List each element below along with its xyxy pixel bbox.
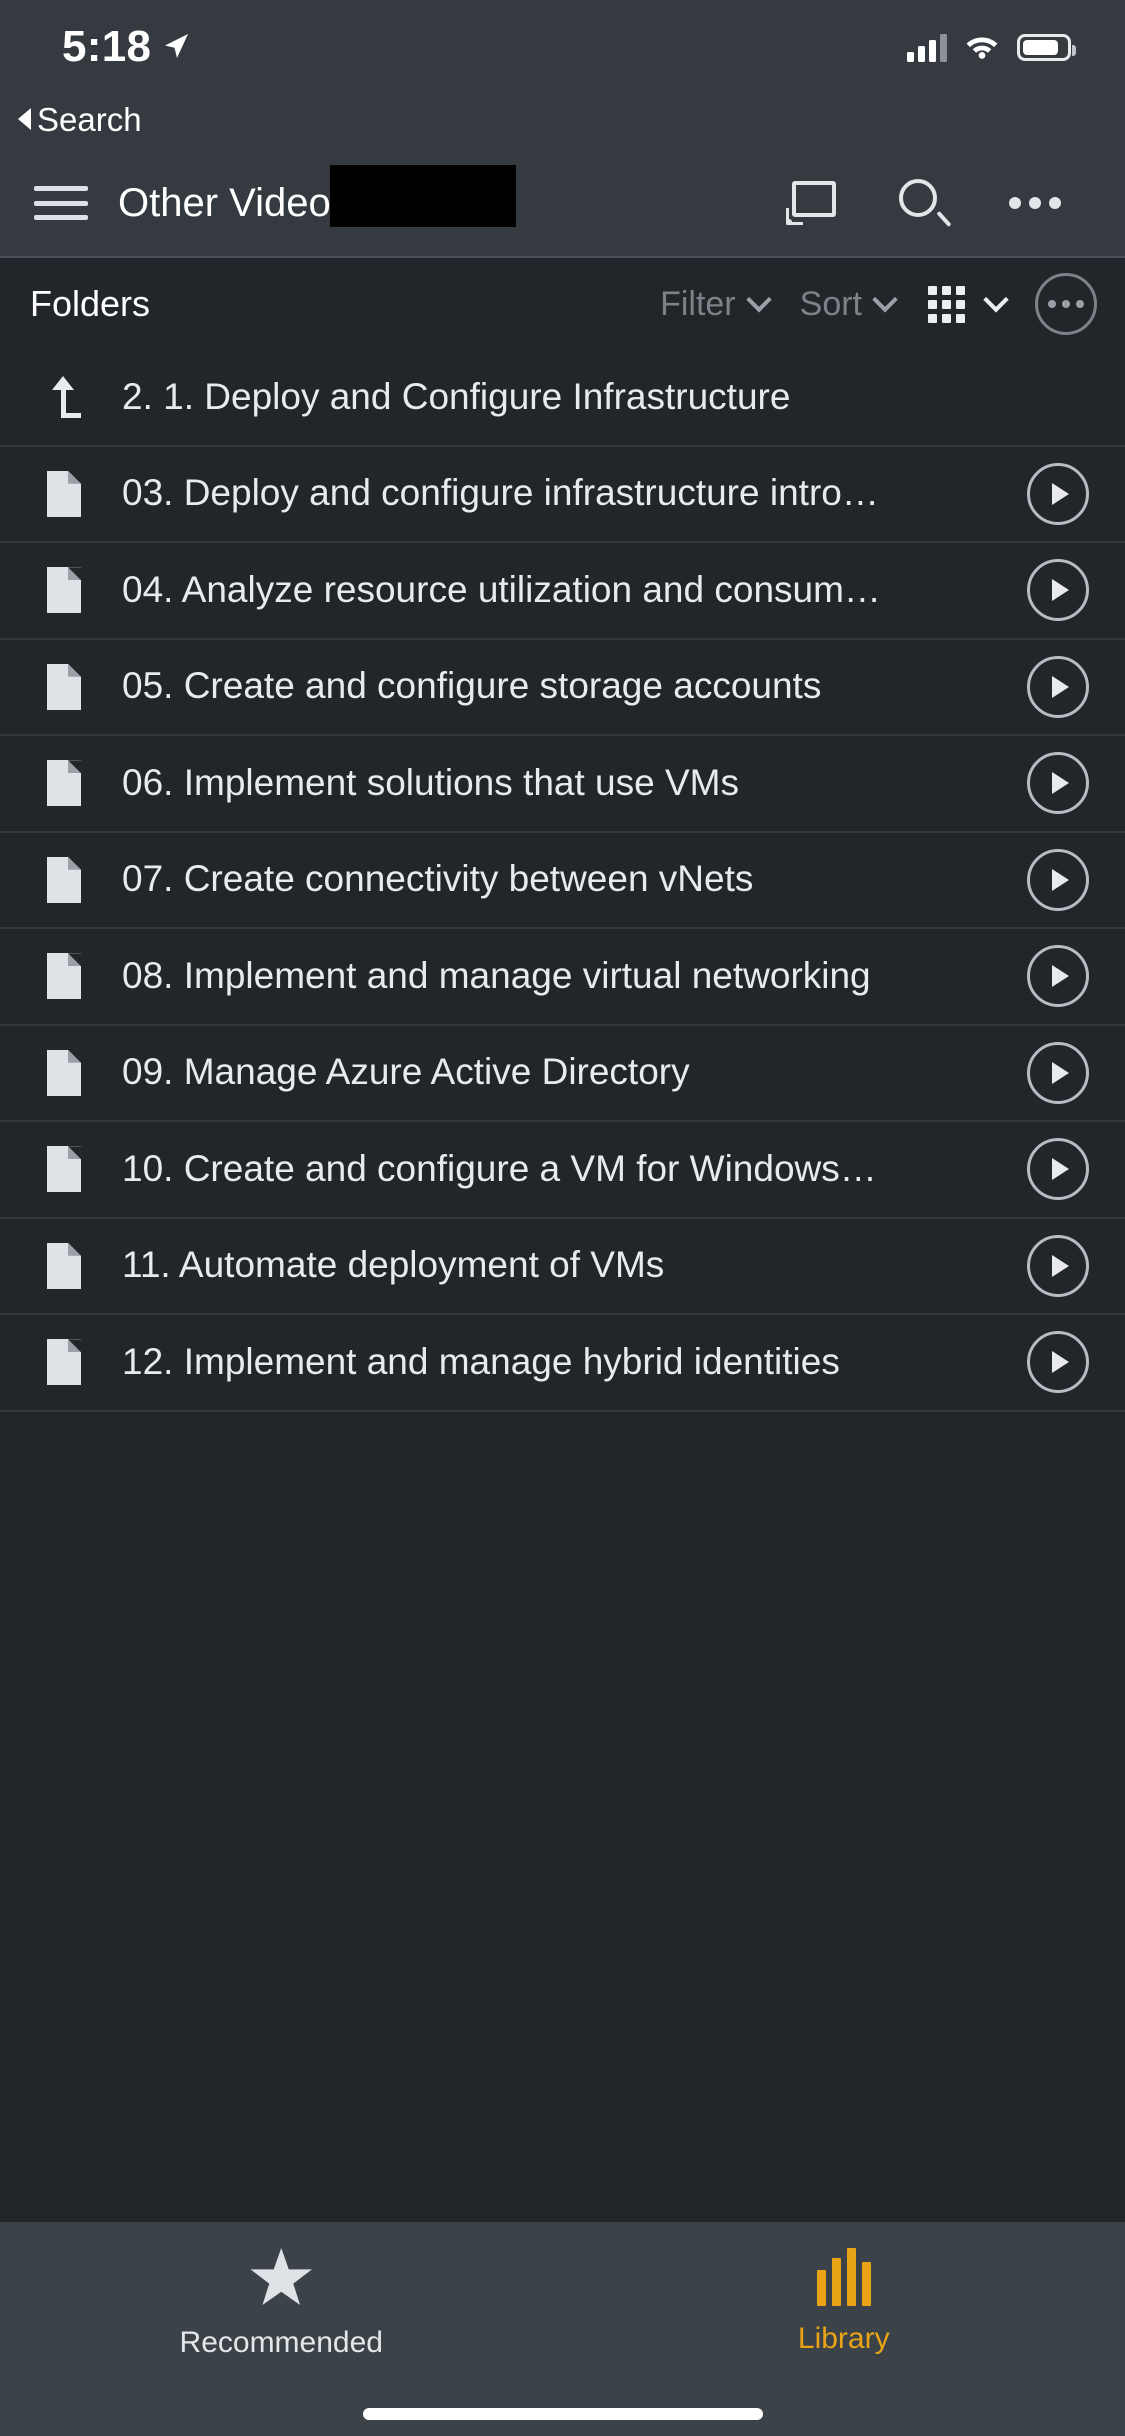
overflow-menu-icon	[1009, 197, 1061, 209]
sort-label: Sort	[800, 287, 862, 321]
play-circle-icon[interactable]	[1027, 1331, 1089, 1393]
folders-title: Folders	[30, 286, 628, 322]
cellular-signal-icon	[907, 32, 947, 62]
app-toolbar: Other Videos ·	[0, 150, 1125, 256]
document-icon	[30, 664, 98, 710]
wifi-icon	[963, 31, 1001, 64]
play-circle-icon[interactable]	[1027, 463, 1089, 525]
list-item[interactable]: 09. Manage Azure Active Directory	[0, 1026, 1125, 1123]
tab-recommended-label: Recommended	[180, 2328, 383, 2358]
list-item-label: 03. Deploy and configure infrastructure …	[122, 473, 1027, 514]
filter-label: Filter	[660, 287, 736, 321]
status-bar-clock: 5:18	[62, 19, 151, 69]
document-icon	[30, 760, 98, 806]
search-button[interactable]	[867, 153, 979, 253]
overflow-menu-button[interactable]	[979, 153, 1091, 253]
list-item-label: 04. Analyze resource utilization and con…	[122, 570, 1027, 611]
status-bar-right	[907, 25, 1071, 64]
document-icon	[30, 953, 98, 999]
chevron-down-icon	[872, 287, 897, 312]
back-label: Search	[37, 103, 142, 136]
more-options-button[interactable]	[1035, 273, 1097, 335]
list-item-label: 07. Create connectivity between vNets	[122, 859, 1027, 900]
tab-library[interactable]: Library	[563, 2248, 1125, 2354]
grid-view-icon[interactable]	[928, 286, 965, 323]
document-icon	[30, 1243, 98, 1289]
document-icon	[30, 567, 98, 613]
back-caret-icon	[18, 108, 31, 130]
star-icon	[249, 2248, 313, 2310]
hamburger-menu-icon[interactable]	[30, 180, 92, 226]
play-circle-icon[interactable]	[1027, 752, 1089, 814]
back-bar: Search	[0, 88, 1125, 150]
app-screen: 5:18 Search	[0, 0, 1125, 2436]
list-item[interactable]: 07. Create connectivity between vNets	[0, 833, 1125, 930]
toolbar-title-area: Other Videos ·	[118, 183, 755, 223]
back-to-search-button[interactable]: Search	[18, 103, 142, 136]
document-icon	[30, 857, 98, 903]
toolbar-actions	[755, 153, 1091, 253]
up-level-arrow-icon	[30, 376, 98, 418]
parent-folder-row[interactable]: 2. 1. Deploy and Configure Infrastructur…	[0, 350, 1125, 447]
document-icon	[30, 1339, 98, 1385]
location-arrow-icon	[161, 31, 191, 61]
document-icon	[30, 1146, 98, 1192]
chevron-down-icon	[983, 287, 1008, 312]
list-item[interactable]: 05. Create and configure storage account…	[0, 640, 1125, 737]
play-circle-icon[interactable]	[1027, 559, 1089, 621]
list-item[interactable]: 06. Implement solutions that use VMs	[0, 736, 1125, 833]
battery-icon	[1017, 34, 1071, 61]
list-item-label: 06. Implement solutions that use VMs	[122, 763, 1027, 804]
play-circle-icon[interactable]	[1027, 656, 1089, 718]
list-item-label: 08. Implement and manage virtual network…	[122, 956, 1027, 997]
cast-icon	[786, 181, 836, 225]
tab-recommended[interactable]: Recommended	[0, 2248, 563, 2358]
list-item-label: 11. Automate deployment of VMs	[122, 1245, 1027, 1286]
redacted-title-block	[330, 165, 516, 227]
folders-controls: Filter Sort	[628, 273, 1097, 335]
list-item-label: 12. Implement and manage hybrid identiti…	[122, 1342, 1027, 1383]
list-item[interactable]: 04. Analyze resource utilization and con…	[0, 543, 1125, 640]
list-item[interactable]: 10. Create and configure a VM for Window…	[0, 1122, 1125, 1219]
status-bar-left: 5:18	[62, 19, 191, 69]
document-icon	[30, 1050, 98, 1096]
play-circle-icon[interactable]	[1027, 1138, 1089, 1200]
list-item-label: 05. Create and configure storage account…	[122, 666, 1027, 707]
folder-list[interactable]: 2. 1. Deploy and Configure Infrastructur…	[0, 350, 1125, 2222]
list-item[interactable]: 12. Implement and manage hybrid identiti…	[0, 1315, 1125, 1412]
play-circle-icon[interactable]	[1027, 849, 1089, 911]
parent-folder-label: 2. 1. Deploy and Configure Infrastructur…	[122, 377, 1097, 418]
home-indicator-bar[interactable]	[363, 2408, 763, 2420]
view-mode-dropdown[interactable]	[987, 295, 1005, 313]
search-icon	[899, 179, 947, 227]
sort-dropdown[interactable]: Sort	[800, 287, 894, 321]
list-item-label: 10. Create and configure a VM for Window…	[122, 1149, 1027, 1190]
list-item[interactable]: 08. Implement and manage virtual network…	[0, 929, 1125, 1026]
play-circle-icon[interactable]	[1027, 1235, 1089, 1297]
cast-button[interactable]	[755, 153, 867, 253]
list-item[interactable]: 03. Deploy and configure infrastructure …	[0, 447, 1125, 544]
document-icon	[30, 471, 98, 517]
library-bars-icon	[817, 2248, 871, 2306]
tab-library-label: Library	[798, 2324, 890, 2354]
list-item[interactable]: 11. Automate deployment of VMs	[0, 1219, 1125, 1316]
play-circle-icon[interactable]	[1027, 1042, 1089, 1104]
status-bar: 5:18	[0, 0, 1125, 88]
folders-toolbar: Folders Filter Sort	[0, 258, 1125, 350]
home-indicator-area	[0, 2392, 1125, 2436]
chevron-down-icon	[746, 287, 771, 312]
play-circle-icon[interactable]	[1027, 945, 1089, 1007]
filter-dropdown[interactable]: Filter	[660, 287, 768, 321]
list-item-label: 09. Manage Azure Active Directory	[122, 1052, 1027, 1093]
